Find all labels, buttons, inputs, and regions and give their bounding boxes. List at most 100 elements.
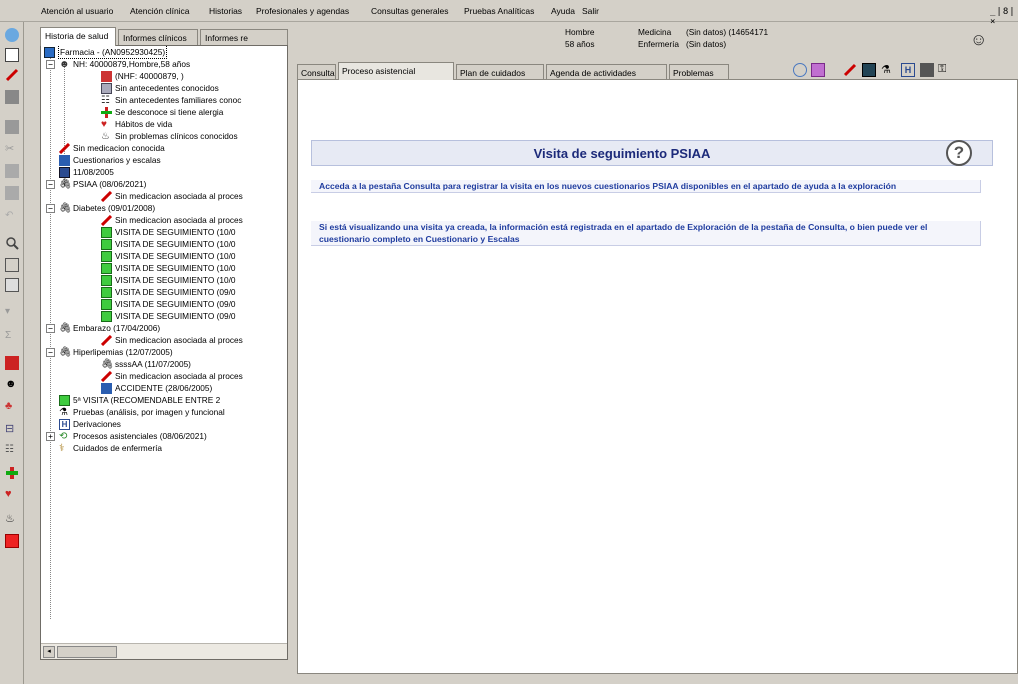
menu-profesionales-agendas[interactable]: Profesionales y agendas bbox=[256, 6, 349, 16]
hospital-icon[interactable]: H bbox=[901, 63, 915, 77]
lock-icon[interactable]: ⚿ bbox=[938, 63, 952, 77]
tree-item-hiper-med[interactable]: Sin medicacion asociada al proces bbox=[100, 370, 243, 382]
tree-item-visita[interactable]: VISITA DE SEGUIMIENTO (10/0 bbox=[101, 226, 236, 238]
tree-item-habitos[interactable]: ♥ Hábitos de vida bbox=[101, 118, 172, 130]
tree-item-familiares[interactable]: ☷ Sin antecedentes familiares conoc bbox=[101, 94, 241, 106]
lamp-icon[interactable]: ♨ bbox=[5, 512, 19, 526]
tree-item-pruebas[interactable]: ⚗ Pruebas (análisis, por imagen y funcion… bbox=[59, 406, 225, 418]
tab-proceso-asistencial[interactable]: Proceso asistencial bbox=[338, 62, 454, 80]
menu-pruebas-analiticas[interactable]: Pruebas Analíticas bbox=[464, 6, 534, 16]
window-controls[interactable]: _|8|× bbox=[990, 7, 1018, 27]
tree-item-visita[interactable]: VISITA DE SEGUIMIENTO (10/0 bbox=[101, 262, 236, 274]
tab-informes-clinicos[interactable]: Informes clínicos bbox=[118, 29, 198, 46]
calendar-icon[interactable] bbox=[811, 63, 825, 77]
scroll-left-button[interactable]: ◂ bbox=[43, 646, 55, 658]
print-icon[interactable] bbox=[5, 120, 19, 134]
tree-item-sssaa[interactable]: 🖇 ssssAA (11/07/2005) bbox=[101, 358, 191, 370]
sum-icon[interactable]: Σ bbox=[5, 330, 19, 344]
menu-salir[interactable]: Salir bbox=[582, 6, 599, 16]
grid-icon[interactable] bbox=[862, 63, 876, 77]
person-icon[interactable]: ♣ bbox=[5, 400, 19, 414]
bed-icon[interactable]: ⊟ bbox=[5, 422, 19, 436]
tree-item-visita[interactable]: VISITA DE SEGUIMIENTO (10/0 bbox=[101, 238, 236, 250]
arrow-down-icon[interactable]: ▾ bbox=[5, 306, 19, 320]
tree-item-problemas[interactable]: ♨ Sin problemas clínicos conocidos bbox=[101, 130, 238, 142]
collapse-button[interactable]: − bbox=[46, 180, 55, 189]
tab-agenda-actividades[interactable]: Agenda de actividades bbox=[546, 64, 667, 80]
cut-icon[interactable]: ✂ bbox=[5, 142, 19, 156]
window-icon[interactable] bbox=[5, 258, 19, 272]
tree-item-visita[interactable]: VISITA DE SEGUIMIENTO (09/0 bbox=[101, 298, 236, 310]
menu-historias[interactable]: Historias bbox=[209, 6, 242, 16]
tab-problemas[interactable]: Problemas bbox=[669, 64, 729, 80]
tree-item-patient[interactable]: ☻ NH: 40000879,Hombre,58 años bbox=[59, 58, 190, 70]
tree-item-visita[interactable]: VISITA DE SEGUIMIENTO (09/0 bbox=[101, 286, 236, 298]
tree-item-diabetes[interactable]: 🖇 Diabetes (09/01/2008) bbox=[59, 202, 155, 214]
microscope-icon[interactable]: ⚗ bbox=[881, 63, 895, 77]
copy-window-icon[interactable] bbox=[5, 278, 19, 292]
tree-item-cuidados[interactable]: ⚕ Cuidados de enfermería bbox=[59, 442, 162, 454]
tree-item-antecedentes[interactable]: Sin antecedentes conocidos bbox=[101, 82, 219, 94]
tree-item-medicacion[interactable]: Sin medicacion conocida bbox=[58, 142, 165, 154]
tree-item-visita[interactable]: VISITA DE SEGUIMIENTO (10/0 bbox=[101, 250, 236, 262]
medicina-value: (Sin datos) (14654171 bbox=[686, 27, 769, 37]
tree-item-procesos[interactable]: ⟲ Procesos asistenciales (08/06/2021) bbox=[59, 430, 207, 442]
tree-item-visita5[interactable]: 5ª VISITA (RECOMENDABLE ENTRE 2 bbox=[59, 394, 220, 406]
globe-icon[interactable] bbox=[793, 63, 807, 77]
user-icon[interactable]: ☻ bbox=[5, 378, 19, 392]
tree-item-cuestionarios[interactable]: Cuestionarios y escalas bbox=[59, 154, 161, 166]
tree-item-embarazo-med[interactable]: Sin medicacion asociada al proces bbox=[100, 334, 243, 346]
tree-item-visita[interactable]: VISITA DE SEGUIMIENTO (10/0 bbox=[101, 274, 236, 286]
pen-icon[interactable] bbox=[5, 68, 19, 82]
microscope-icon: ⚗ bbox=[59, 406, 68, 418]
tree-item-psiaa-med[interactable]: Sin medicacion asociada al proces bbox=[100, 190, 243, 202]
undo-icon[interactable]: ↶ bbox=[5, 210, 19, 224]
paperclip-icon: 🖇 bbox=[59, 178, 72, 190]
collapse-button[interactable]: − bbox=[46, 348, 55, 357]
book-icon[interactable] bbox=[920, 63, 934, 77]
left-tabs: Historia de salud Informes clínicos Info… bbox=[40, 26, 288, 46]
collapse-button[interactable]: − bbox=[46, 60, 55, 69]
tree-item-derivaciones[interactable]: H Derivaciones bbox=[59, 418, 121, 430]
habits-icon[interactable]: ♥ bbox=[5, 488, 19, 502]
home-icon[interactable] bbox=[5, 28, 19, 42]
tree-root[interactable]: Farmacia - (AN0952930425) bbox=[44, 46, 168, 59]
tab-plan-cuidados[interactable]: Plan de cuidados bbox=[456, 64, 544, 80]
menu-ayuda[interactable]: Ayuda bbox=[551, 6, 575, 16]
tree-item-nhf[interactable]: (NHF: 40000879, ) bbox=[101, 70, 184, 82]
tab-informes-re[interactable]: Informes re bbox=[200, 29, 288, 46]
tree-item-hiperlipemias[interactable]: 🖇 Hiperlipemias (12/07/2005) bbox=[59, 346, 173, 358]
allergy-icon[interactable] bbox=[5, 466, 19, 480]
patient-sex: Hombre bbox=[565, 27, 595, 37]
tree-item-visita[interactable]: VISITA DE SEGUIMIENTO (09/0 bbox=[101, 310, 236, 322]
tree-item-alergia[interactable]: Se desconoce si tiene alergia bbox=[101, 106, 223, 118]
tab-consulta[interactable]: Consulta bbox=[297, 64, 336, 80]
medicina-label: Medicina bbox=[638, 27, 672, 37]
tree-item-fecha[interactable]: 11/08/2005 bbox=[59, 166, 114, 178]
collapse-button[interactable]: − bbox=[46, 324, 55, 333]
flag-icon[interactable] bbox=[5, 356, 19, 370]
scroll-thumb[interactable] bbox=[57, 646, 117, 658]
new-document-icon[interactable] bbox=[5, 48, 19, 62]
family-icon[interactable]: ☷ bbox=[5, 444, 19, 458]
patient-info: Hombre 58 años Medicina Enfermería (Sin … bbox=[565, 27, 865, 59]
tree-item-psiaa[interactable]: 🖇 PSIAA (08/06/2021) bbox=[59, 178, 146, 190]
expand-button[interactable]: + bbox=[46, 432, 55, 441]
tree-item-embarazo[interactable]: 🖇 Embarazo (17/04/2006) bbox=[59, 322, 160, 334]
search-icon[interactable] bbox=[5, 236, 19, 250]
paste-icon[interactable] bbox=[5, 186, 19, 200]
tree-item-diabetes-med[interactable]: Sin medicacion asociada al proces bbox=[100, 214, 243, 226]
alert-icon[interactable] bbox=[5, 534, 19, 548]
save-icon[interactable] bbox=[5, 90, 19, 104]
pen-icon[interactable] bbox=[843, 63, 857, 77]
user-profile-icon[interactable]: ☺ bbox=[970, 30, 988, 50]
menu-atencion-usuario[interactable]: Atención al usuario bbox=[41, 6, 113, 16]
tree-item-accidente[interactable]: ACCIDENTE (28/06/2005) bbox=[101, 382, 212, 394]
horizontal-scrollbar[interactable]: ◂ bbox=[41, 643, 287, 659]
menu-atencion-clinica[interactable]: Atención clínica bbox=[130, 6, 190, 16]
menu-consultas-generales[interactable]: Consultas generales bbox=[371, 6, 449, 16]
copy-icon[interactable] bbox=[5, 164, 19, 178]
tab-historia-salud[interactable]: Historia de salud bbox=[40, 27, 116, 46]
help-icon[interactable]: ? bbox=[946, 140, 972, 166]
collapse-button[interactable]: − bbox=[46, 204, 55, 213]
